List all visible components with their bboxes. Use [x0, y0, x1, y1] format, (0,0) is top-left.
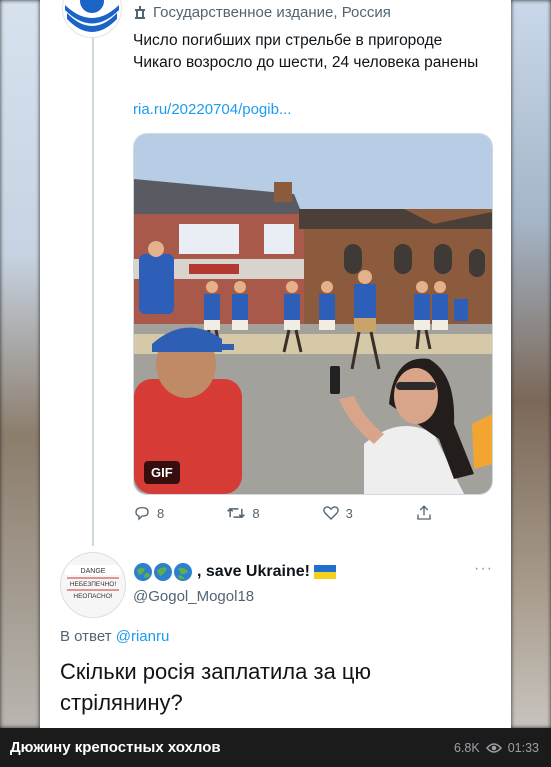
tweet-text: Число погибших при стрельбе в пригороде … — [133, 32, 479, 71]
globe-emoji-icon — [134, 563, 192, 581]
reply-action[interactable]: 8 — [133, 504, 164, 522]
more-options-icon[interactable]: ··· — [474, 560, 493, 578]
post-caption: Дюжину крепостных хохлов — [10, 739, 221, 756]
ria-avatar[interactable] — [62, 0, 122, 38]
eye-icon — [485, 742, 502, 753]
ukraine-flag-icon — [313, 565, 336, 579]
state-media-label-text: Государственное издание, Россия — [153, 4, 391, 21]
share-icon — [417, 505, 431, 520]
reply-to-prefix: В ответ — [60, 628, 112, 645]
reply-name-text: , save Ukraine! — [197, 563, 310, 580]
reply-display-name[interactable]: , save Ukraine! — [133, 562, 336, 582]
tweet-media[interactable]: GIF — [133, 133, 493, 495]
tweet-actions: 8 8 3 — [133, 504, 433, 522]
gif-badge: GIF — [144, 461, 180, 484]
retweet-icon — [227, 507, 246, 519]
reply-to-handle[interactable]: @rianru — [116, 628, 170, 645]
post-time: 01:33 — [507, 740, 539, 755]
view-count: 6.8K — [454, 740, 480, 755]
blurred-backdrop-right — [511, 0, 551, 728]
avatar-sign-line-3: НЕОПАСНО! — [73, 593, 112, 600]
avatar-sign-line-2: НЕБЕЗПЕЧНО! — [70, 581, 117, 588]
avatar-sign-line-1: DANGE — [81, 568, 106, 575]
like-icon — [322, 506, 339, 520]
retweet-action[interactable]: 8 — [226, 504, 260, 522]
tweet-link[interactable]: ria.ru/20220704/pogib... — [133, 101, 291, 118]
post-meta: 6.8K 01:33 — [454, 741, 539, 755]
post-footer-bar: Дюжину крепостных хохлов 6.8K 01:33 — [0, 728, 551, 767]
reply-text: Скільки росія заплатила за цю стрілянину… — [60, 659, 372, 715]
reply-icon — [135, 507, 149, 521]
share-action[interactable] — [415, 504, 433, 522]
like-action[interactable]: 3 — [322, 504, 353, 522]
blurred-backdrop-left — [0, 0, 40, 728]
reply-handle[interactable]: @Gogol_Mogol18 — [133, 588, 254, 605]
danger-sign-avatar: DANGE НЕБЕЗПЕЧНО! НЕОПАСНО! — [61, 553, 125, 617]
parade-photo — [134, 134, 492, 494]
retweet-count: 8 — [252, 505, 260, 521]
government-building-icon — [135, 5, 145, 19]
tweet-card: Государственное издание, Россия Число по… — [40, 0, 511, 728]
reply-count: 8 — [157, 505, 165, 521]
ria-logo-icon — [64, 0, 120, 36]
thread-line — [92, 38, 94, 546]
state-media-label: Государственное издание, Россия — [133, 4, 391, 21]
reply-avatar[interactable]: DANGE НЕБЕЗПЕЧНО! НЕОПАСНО! — [60, 552, 126, 618]
reply-to-line: В ответ @rianru — [60, 628, 169, 645]
like-count: 3 — [345, 505, 353, 521]
